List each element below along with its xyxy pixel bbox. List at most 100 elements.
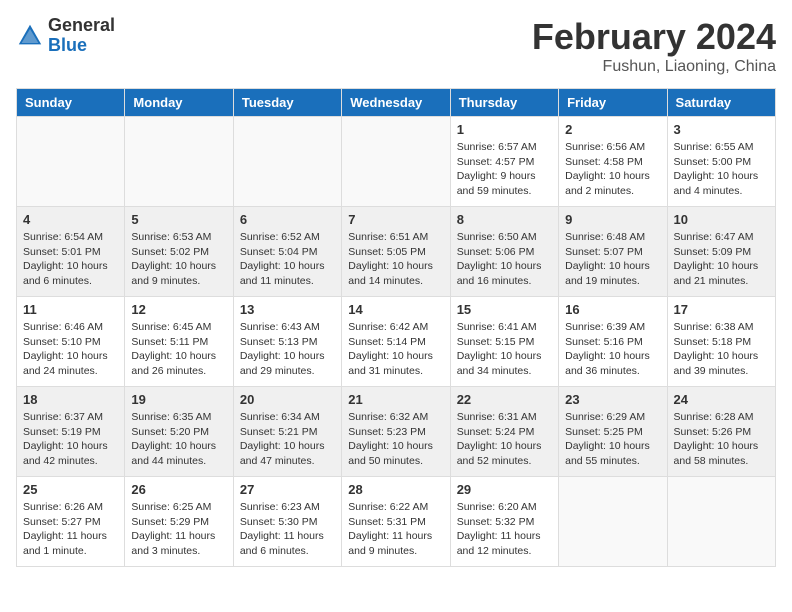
day-number: 10 — [674, 212, 769, 227]
day-info: Sunrise: 6:48 AM Sunset: 5:07 PM Dayligh… — [565, 230, 660, 289]
day-info: Sunrise: 6:31 AM Sunset: 5:24 PM Dayligh… — [457, 410, 552, 469]
day-number: 17 — [674, 302, 769, 317]
day-info: Sunrise: 6:50 AM Sunset: 5:06 PM Dayligh… — [457, 230, 552, 289]
logo-text: General Blue — [48, 16, 115, 56]
page-header: General Blue February 2024 Fushun, Liaon… — [16, 16, 776, 76]
day-number: 22 — [457, 392, 552, 407]
col-header-monday: Monday — [125, 89, 233, 117]
day-info: Sunrise: 6:56 AM Sunset: 4:58 PM Dayligh… — [565, 140, 660, 199]
day-info: Sunrise: 6:23 AM Sunset: 5:30 PM Dayligh… — [240, 500, 335, 559]
day-number: 29 — [457, 482, 552, 497]
table-row: 29 Sunrise: 6:20 AM Sunset: 5:32 PM Dayli… — [450, 477, 558, 567]
table-row — [125, 117, 233, 207]
day-number: 20 — [240, 392, 335, 407]
day-info: Sunrise: 6:29 AM Sunset: 5:25 PM Dayligh… — [565, 410, 660, 469]
day-info: Sunrise: 6:42 AM Sunset: 5:14 PM Dayligh… — [348, 320, 443, 379]
col-header-saturday: Saturday — [667, 89, 775, 117]
table-row: 5Sunrise: 6:53 AM Sunset: 5:02 PM Daylig… — [125, 207, 233, 297]
day-info: Sunrise: 6:52 AM Sunset: 5:04 PM Dayligh… — [240, 230, 335, 289]
day-number: 23 — [565, 392, 660, 407]
day-number: 25 — [23, 482, 118, 497]
table-row: 7 Sunrise: 6:51 AM Sunset: 5:05 PM Daylig… — [342, 207, 450, 297]
table-row: 9 Sunrise: 6:48 AM Sunset: 5:07 PM Daylig… — [559, 207, 667, 297]
col-header-wednesday: Wednesday — [342, 89, 450, 117]
table-row: 6 Sunrise: 6:52 AM Sunset: 5:04 PM Daylig… — [233, 207, 341, 297]
day-info: Sunrise: 6:46 AM Sunset: 5:10 PM Dayligh… — [23, 320, 118, 379]
table-row: 20 Sunrise: 6:34 AM Sunset: 5:21 PM Dayli… — [233, 387, 341, 477]
table-row: 11 Sunrise: 6:46 AM Sunset: 5:10 PM Dayli… — [17, 297, 125, 387]
day-info: Sunrise: 6:28 AM Sunset: 5:26 PM Dayligh… — [674, 410, 769, 469]
day-number: 12 — [131, 302, 226, 317]
table-row: 24 Sunrise: 6:28 AM Sunset: 5:26 PM Dayli… — [667, 387, 775, 477]
logo: General Blue — [16, 16, 115, 56]
day-info: Sunrise: 6:38 AM Sunset: 5:18 PM Dayligh… — [674, 320, 769, 379]
table-row: 8 Sunrise: 6:50 AM Sunset: 5:06 PM Daylig… — [450, 207, 558, 297]
day-info: Sunrise: 6:51 AM Sunset: 5:05 PM Dayligh… — [348, 230, 443, 289]
day-info: Sunrise: 6:35 AM Sunset: 5:20 PM Dayligh… — [131, 410, 226, 469]
calendar-week-row: 25 Sunrise: 6:26 AM Sunset: 5:27 PM Dayli… — [17, 477, 776, 567]
table-row: 3 Sunrise: 6:55 AM Sunset: 5:00 PM Daylig… — [667, 117, 775, 207]
day-number: 9 — [565, 212, 660, 227]
table-row: 12 Sunrise: 6:45 AM Sunset: 5:11 PM Dayli… — [125, 297, 233, 387]
calendar-table: Sunday Monday Tuesday Wednesday Thursday… — [16, 88, 776, 567]
table-row: 17 Sunrise: 6:38 AM Sunset: 5:18 PM Dayli… — [667, 297, 775, 387]
day-number: 8 — [457, 212, 552, 227]
table-row: 28Sunrise: 6:22 AM Sunset: 5:31 PM Dayli… — [342, 477, 450, 567]
day-number: 2 — [565, 122, 660, 137]
calendar-week-row: 4 Sunrise: 6:54 AM Sunset: 5:01 PM Daylig… — [17, 207, 776, 297]
table-row: 18 Sunrise: 6:37 AM Sunset: 5:19 PM Dayli… — [17, 387, 125, 477]
table-row: 22 Sunrise: 6:31 AM Sunset: 5:24 PM Dayli… — [450, 387, 558, 477]
table-row: 10Sunrise: 6:47 AM Sunset: 5:09 PM Dayli… — [667, 207, 775, 297]
table-row — [342, 117, 450, 207]
day-number: 24 — [674, 392, 769, 407]
day-number: 7 — [348, 212, 443, 227]
table-row: 27 Sunrise: 6:23 AM Sunset: 5:30 PM Dayli… — [233, 477, 341, 567]
table-row: 15 Sunrise: 6:41 AM Sunset: 5:15 PM Dayli… — [450, 297, 558, 387]
logo-icon — [16, 22, 44, 50]
day-number: 28 — [348, 482, 443, 497]
day-info: Sunrise: 6:34 AM Sunset: 5:21 PM Dayligh… — [240, 410, 335, 469]
day-info: Sunrise: 6:55 AM Sunset: 5:00 PM Dayligh… — [674, 140, 769, 199]
day-number: 26 — [131, 482, 226, 497]
day-info: Sunrise: 6:20 AM Sunset: 5:32 PM Dayligh… — [457, 500, 552, 559]
table-row — [559, 477, 667, 567]
table-row: 14 Sunrise: 6:42 AM Sunset: 5:14 PM Dayli… — [342, 297, 450, 387]
logo-general-text: General — [48, 16, 115, 36]
table-row: 26Sunrise: 6:25 AM Sunset: 5:29 PM Dayli… — [125, 477, 233, 567]
day-number: 4 — [23, 212, 118, 227]
col-header-thursday: Thursday — [450, 89, 558, 117]
table-row: 16 Sunrise: 6:39 AM Sunset: 5:16 PM Dayli… — [559, 297, 667, 387]
day-number: 3 — [674, 122, 769, 137]
month-title: February 2024 — [532, 16, 776, 58]
day-number: 15 — [457, 302, 552, 317]
day-info: Sunrise: 6:37 AM Sunset: 5:19 PM Dayligh… — [23, 410, 118, 469]
table-row: 25 Sunrise: 6:26 AM Sunset: 5:27 PM Dayli… — [17, 477, 125, 567]
day-number: 11 — [23, 302, 118, 317]
col-header-friday: Friday — [559, 89, 667, 117]
day-info: Sunrise: 6:43 AM Sunset: 5:13 PM Dayligh… — [240, 320, 335, 379]
calendar-week-row: 18 Sunrise: 6:37 AM Sunset: 5:19 PM Dayli… — [17, 387, 776, 477]
day-number: 6 — [240, 212, 335, 227]
table-row — [667, 477, 775, 567]
day-info: Sunrise: 6:45 AM Sunset: 5:11 PM Dayligh… — [131, 320, 226, 379]
day-number: 19 — [131, 392, 226, 407]
table-row — [17, 117, 125, 207]
day-info: Sunrise: 6:54 AM Sunset: 5:01 PM Dayligh… — [23, 230, 118, 289]
table-row: 23 Sunrise: 6:29 AM Sunset: 5:25 PM Dayli… — [559, 387, 667, 477]
location-title: Fushun, Liaoning, China — [532, 58, 776, 76]
day-number: 18 — [23, 392, 118, 407]
day-info: Sunrise: 6:26 AM Sunset: 5:27 PM Dayligh… — [23, 500, 118, 559]
day-info: Sunrise: 6:41 AM Sunset: 5:15 PM Dayligh… — [457, 320, 552, 379]
day-info: Sunrise: 6:32 AM Sunset: 5:23 PM Dayligh… — [348, 410, 443, 469]
title-block: February 2024 Fushun, Liaoning, China — [532, 16, 776, 76]
day-number: 14 — [348, 302, 443, 317]
table-row: 4 Sunrise: 6:54 AM Sunset: 5:01 PM Daylig… — [17, 207, 125, 297]
table-row: 13 Sunrise: 6:43 AM Sunset: 5:13 PM Dayli… — [233, 297, 341, 387]
day-number: 16 — [565, 302, 660, 317]
day-number: 21 — [348, 392, 443, 407]
table-row: 19 Sunrise: 6:35 AM Sunset: 5:20 PM Dayli… — [125, 387, 233, 477]
day-info: Sunrise: 6:39 AM Sunset: 5:16 PM Dayligh… — [565, 320, 660, 379]
day-number: 13 — [240, 302, 335, 317]
day-number: 27 — [240, 482, 335, 497]
table-row: 21 Sunrise: 6:32 AM Sunset: 5:23 PM Dayli… — [342, 387, 450, 477]
